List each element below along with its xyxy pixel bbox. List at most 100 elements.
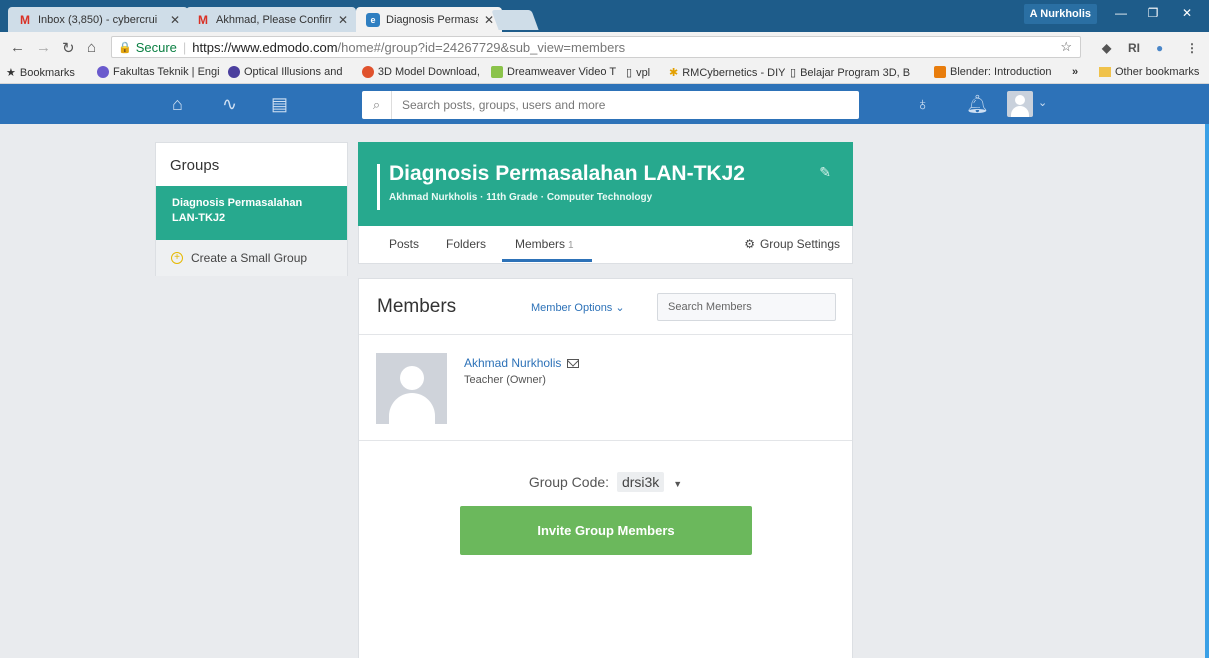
member-options-dropdown[interactable]: Member Options ⌄: [531, 301, 625, 314]
create-group-label: Create a Small Group: [191, 251, 308, 265]
folder-icon: [1099, 67, 1111, 77]
bookmarks-bar: ★ Bookmarks Fakultas Teknik | Engi Optica…: [0, 62, 1209, 84]
gmail-icon: M: [198, 12, 208, 27]
bookmark-favicon-icon: [491, 66, 503, 78]
divider: [359, 440, 852, 441]
tab-members-label: Members: [515, 237, 566, 251]
bookmark-item[interactable]: Blender: Introduction: [934, 66, 1058, 78]
page-icon: ▯: [790, 67, 797, 79]
new-tab-button[interactable]: [491, 10, 539, 30]
bookmark-item[interactable]: ✱ RMCybernetics - DIY: [669, 66, 785, 80]
plus-circle-icon: +: [171, 252, 183, 264]
forward-arrow-icon[interactable]: →: [36, 39, 51, 56]
menu-kebab-icon[interactable]: ⋮: [1186, 41, 1198, 55]
group-header: Diagnosis Permasalahan LAN-TKJ2 Akhmad N…: [358, 142, 853, 226]
member-avatar[interactable]: [376, 353, 447, 424]
close-window-icon[interactable]: ✕: [1171, 3, 1203, 23]
star-icon: ★: [6, 67, 16, 79]
extension-icon[interactable]: ●: [1156, 41, 1163, 55]
tab-posts[interactable]: Posts: [389, 237, 419, 251]
avatar-body: [1011, 106, 1029, 117]
accent-bar: [377, 164, 380, 210]
bookmark-item[interactable]: Fakultas Teknik | Engi: [97, 66, 223, 78]
scrollbar[interactable]: [1205, 124, 1209, 658]
bookmark-favicon-icon: [97, 66, 109, 78]
avatar-body: [389, 393, 435, 424]
members-title: Members: [377, 296, 457, 317]
activity-icon[interactable]: ∿: [222, 93, 237, 115]
bookmark-item[interactable]: ▯ vpl: [626, 66, 650, 80]
search-input[interactable]: [392, 98, 859, 112]
groups-panel: Groups Diagnosis Permasalahan LAN-TKJ2 +…: [155, 142, 348, 276]
bookmark-item[interactable]: ▯ Belajar Program 3D, B: [790, 66, 925, 80]
bookmark-item[interactable]: Dreamweaver Video T: [491, 66, 619, 78]
extension-icon[interactable]: RI: [1128, 41, 1140, 55]
browser-tab-confirm[interactable]: M Akhmad, Please Confirm ✕: [186, 7, 356, 32]
bookmark-item[interactable]: Optical Illusions and: [228, 66, 353, 78]
separator: |: [182, 39, 187, 55]
library-icon[interactable]: ▤: [271, 93, 288, 115]
tab-folders[interactable]: Folders: [446, 237, 486, 251]
bookmark-favicon-icon: [228, 66, 240, 78]
group-code-row: Group Code: drsi3k ▼: [359, 472, 852, 492]
group-code-value: drsi3k: [616, 472, 665, 492]
pencil-icon[interactable]: ✎: [819, 164, 831, 181]
group-code-label: Group Code:: [528, 474, 610, 490]
tab-members[interactable]: Members 1: [515, 237, 574, 251]
url-host: https://www.edmodo.com: [192, 39, 338, 55]
groups-title: Groups: [170, 157, 220, 174]
address-toolbar: ← → ↻ ⌂ 🔒 Secure | https://www.edmodo.co…: [0, 32, 1209, 62]
reload-icon[interactable]: ↻: [62, 39, 75, 57]
other-bookmarks-folder[interactable]: Other bookmarks: [1099, 66, 1199, 78]
browser-profile-button[interactable]: A Nurkholis: [1023, 4, 1097, 24]
address-bar[interactable]: 🔒 Secure | https://www.edmodo.com /home#…: [111, 36, 1081, 58]
page-icon: ▯: [626, 67, 633, 79]
search-members-input[interactable]: [657, 293, 836, 321]
divider: [359, 334, 852, 335]
bookmarks-label[interactable]: ★ Bookmarks: [6, 66, 75, 80]
chevron-down-icon[interactable]: ⌄: [1038, 96, 1047, 109]
mail-icon[interactable]: [567, 359, 579, 368]
gear-icon: ⚙: [744, 237, 755, 251]
restore-icon[interactable]: ❐: [1137, 3, 1169, 23]
extension-icon[interactable]: ◆: [1102, 41, 1111, 55]
invite-group-members-button[interactable]: Invite Group Members: [460, 506, 752, 555]
close-tab-icon[interactable]: ✕: [338, 13, 348, 27]
search-icon: ⌕: [362, 91, 392, 119]
close-tab-icon[interactable]: ✕: [170, 13, 180, 27]
backpack-icon[interactable]: ♁: [916, 93, 930, 115]
group-tabs: Posts Folders Members 1 ⚙ Group Settings: [358, 226, 853, 264]
bookmarks-overflow-button[interactable]: »: [1072, 66, 1078, 78]
group-settings-button[interactable]: ⚙ Group Settings: [744, 237, 840, 251]
member-name-link[interactable]: Akhmad Nurkholis: [464, 356, 561, 370]
browser-tab-edmodo[interactable]: e Diagnosis Permasalahan ✕: [356, 7, 502, 32]
user-avatar[interactable]: [1007, 91, 1033, 117]
browser-tab-inbox[interactable]: M Inbox (3,850) - cybercrui ✕: [8, 7, 188, 32]
member-role: Teacher (Owner): [464, 374, 546, 386]
home-icon[interactable]: ⌂: [172, 93, 183, 115]
bookmark-item[interactable]: 3D Model Download,: [362, 66, 480, 78]
bell-icon[interactable]: 🔔︎: [966, 93, 989, 115]
global-search: ⌕: [362, 91, 859, 119]
star-icon[interactable]: ☆: [1060, 39, 1072, 55]
url-path: /home#/group?id=24267729&sub_view=member…: [337, 39, 626, 55]
avatar-head: [400, 366, 424, 390]
lock-icon: 🔒: [118, 41, 132, 54]
create-small-group-button[interactable]: + Create a Small Group: [156, 240, 347, 276]
gmail-icon: M: [20, 12, 30, 27]
caret-down-icon[interactable]: ▼: [673, 479, 682, 489]
group-title: Diagnosis Permasalahan LAN-TKJ2: [389, 162, 745, 185]
bookmark-favicon-icon: ✱: [669, 67, 679, 79]
minimize-icon[interactable]: —: [1105, 3, 1137, 23]
browser-tab-strip: M Inbox (3,850) - cybercrui ✕ M Akhmad, …: [0, 0, 1209, 32]
secure-label: Secure: [135, 39, 177, 55]
members-count: 1: [568, 240, 574, 251]
edmodo-icon: e: [366, 12, 380, 27]
group-settings-label: Group Settings: [759, 237, 840, 251]
home-icon[interactable]: ⌂: [87, 39, 96, 56]
sidebar-item-active-group[interactable]: Diagnosis Permasalahan LAN-TKJ2: [156, 186, 347, 240]
bookmark-favicon-icon: [362, 66, 374, 78]
active-tab-indicator: [502, 259, 592, 262]
avatar-head: [1015, 95, 1025, 105]
back-arrow-icon[interactable]: ←: [10, 39, 25, 56]
